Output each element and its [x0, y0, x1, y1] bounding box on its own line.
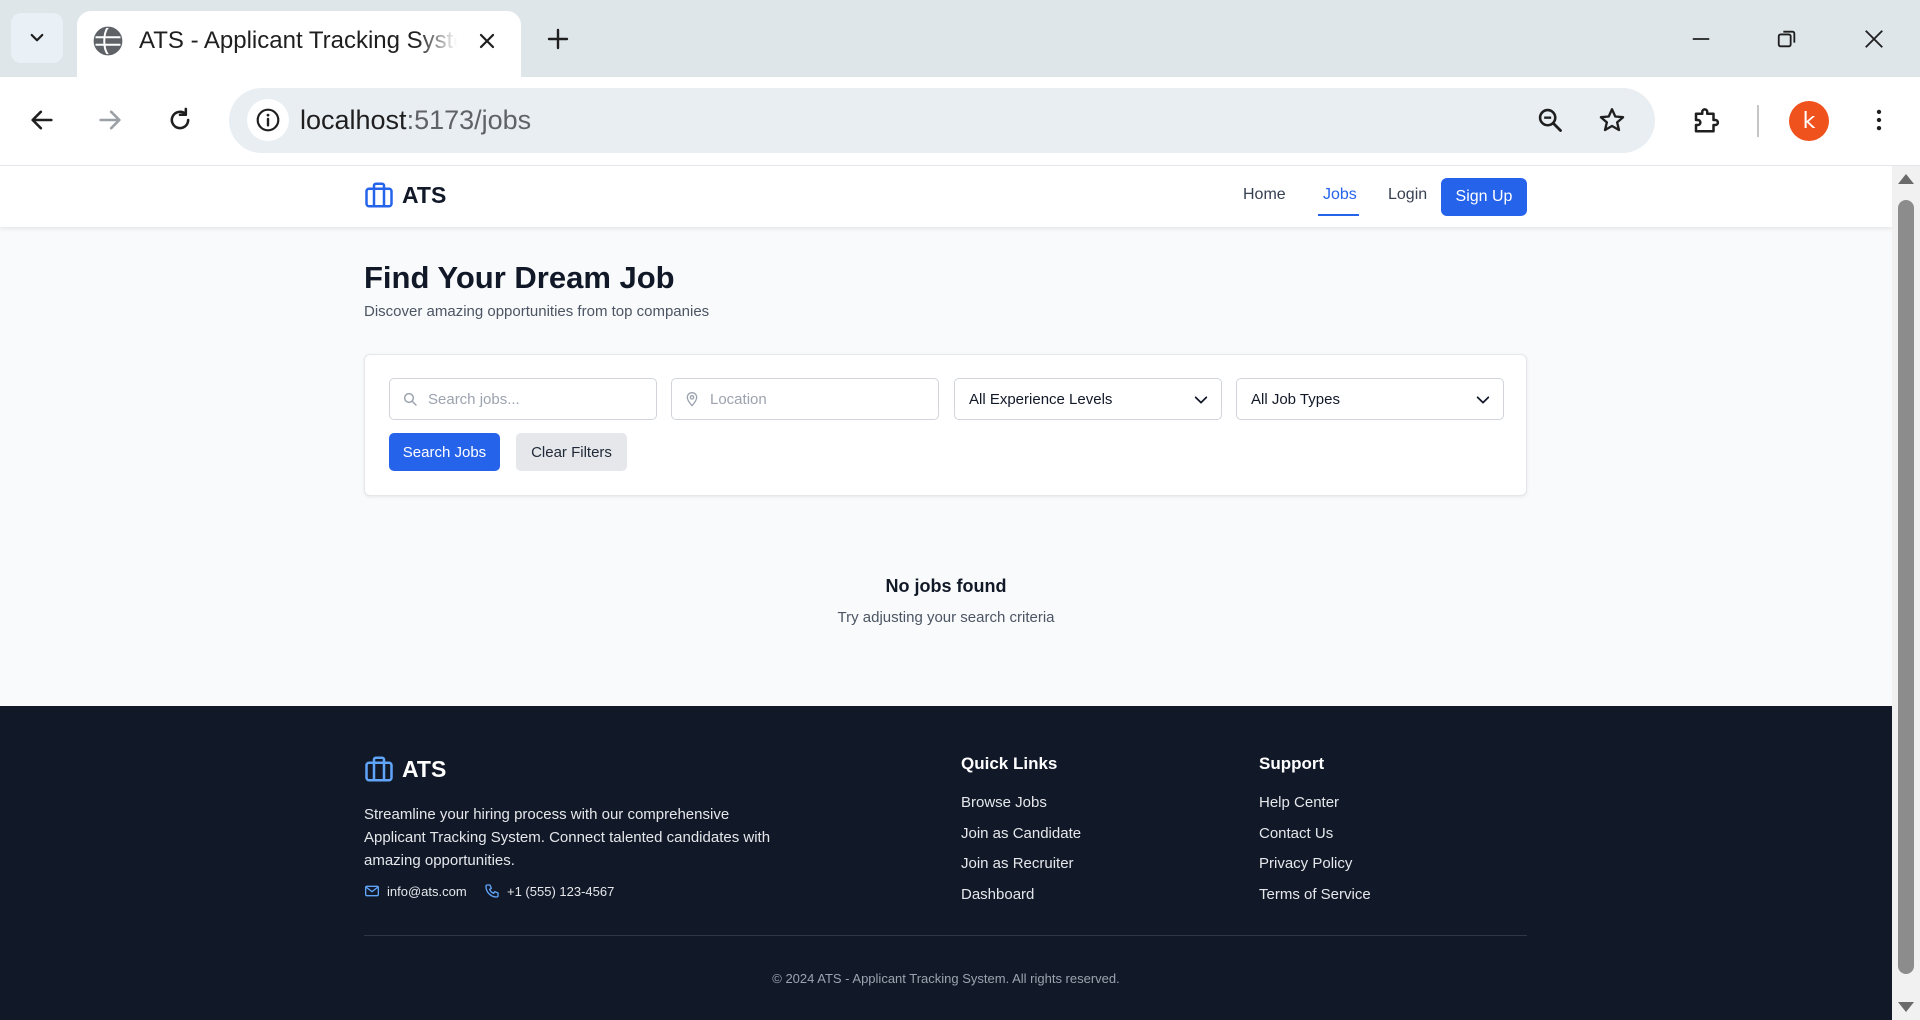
info-icon [256, 108, 280, 132]
mail-icon [365, 885, 379, 897]
footer-link-join-recruiter[interactable]: Join as Recruiter [961, 855, 1074, 872]
page-scrollbar[interactable] [1892, 166, 1920, 1020]
forward-icon [99, 110, 121, 130]
briefcase-icon [365, 182, 393, 208]
footer-email-text: info@ats.com [387, 883, 467, 899]
restore-button[interactable] [1770, 22, 1804, 56]
empty-state-title: No jobs found [885, 576, 1007, 596]
zoom-icon [1538, 108, 1562, 132]
close-icon [1865, 30, 1883, 48]
page-subtitle: Discover amazing opportunities from top … [364, 303, 710, 320]
chevron-down-icon [1476, 396, 1490, 404]
footer-divider [364, 935, 1527, 936]
map-pin-icon [686, 392, 698, 407]
nav-jobs[interactable]: Jobs [1323, 186, 1357, 204]
support-heading: Support [1259, 754, 1325, 773]
more-icon [1876, 109, 1882, 131]
url-path: :5173/jobs [406, 105, 532, 135]
job-type-select-value: All Job Types [1251, 391, 1340, 408]
extensions-icon [1694, 108, 1720, 133]
location-field[interactable] [671, 378, 939, 420]
job-type-select[interactable]: All Job Types [1236, 378, 1504, 420]
tab-search-button[interactable] [11, 13, 63, 63]
minimize-button[interactable] [1684, 22, 1718, 56]
globe-icon [93, 26, 123, 56]
footer-phone[interactable]: +1 (555) 123-4567 [484, 883, 614, 899]
reload-icon [170, 107, 190, 130]
footer-description: Streamline your hiring process with our … [364, 806, 771, 869]
site-navbar: ATS Home Jobs Login Sign Up [0, 166, 1892, 227]
reload-button[interactable] [159, 99, 201, 141]
experience-select[interactable]: All Experience Levels [954, 378, 1222, 420]
forward-button[interactable] [89, 99, 131, 141]
zoom-button[interactable] [1529, 99, 1571, 141]
url-text: localhost:5173/jobs [300, 105, 531, 136]
search-field[interactable] [389, 378, 657, 420]
quick-links-heading: Quick Links [961, 754, 1058, 773]
site-info-button[interactable] [247, 99, 289, 141]
tab-close-button[interactable] [473, 27, 501, 55]
briefcase-icon [365, 756, 393, 782]
location-input[interactable] [710, 379, 930, 419]
page-viewport: ATS Home Jobs Login Sign Up Find Your Dr… [0, 166, 1892, 1020]
close-icon [479, 33, 495, 49]
footer-brand: ATS [364, 754, 446, 784]
footer-link-terms[interactable]: Terms of Service [1259, 886, 1371, 903]
tab-title: ATS - Applicant Tracking System [139, 27, 457, 55]
signup-button[interactable]: Sign Up [1441, 178, 1527, 216]
plus-icon [547, 28, 569, 50]
footer-link-browse-jobs[interactable]: Browse Jobs [961, 794, 1047, 811]
footer-phone-text: +1 (555) 123-4567 [507, 883, 615, 899]
footer-brand-name: ATS [402, 755, 447, 782]
scroll-up-arrow[interactable] [1898, 174, 1914, 184]
search-jobs-button[interactable]: Search Jobs [389, 433, 500, 471]
nav-active-indicator [1318, 214, 1359, 216]
page-title: Find Your Dream Job [364, 260, 675, 295]
nav-login[interactable]: Login [1388, 186, 1427, 204]
new-tab-button[interactable] [541, 22, 575, 56]
footer-link-privacy-policy[interactable]: Privacy Policy [1259, 855, 1352, 872]
brand-name: ATS [402, 181, 447, 208]
experience-select-value: All Experience Levels [969, 391, 1113, 408]
back-button[interactable] [21, 99, 63, 141]
nav-home[interactable]: Home [1243, 186, 1286, 204]
browser-tabstrip: ATS - Applicant Tracking System [0, 0, 1920, 77]
clear-filters-button[interactable]: Clear Filters [516, 433, 627, 471]
phone-icon [485, 884, 499, 898]
bookmark-button[interactable] [1591, 99, 1633, 141]
restore-icon [1777, 30, 1796, 48]
address-bar[interactable]: localhost:5173/jobs [229, 88, 1655, 153]
footer-link-join-candidate[interactable]: Join as Candidate [961, 825, 1081, 842]
footer-copyright: © 2024 ATS - Applicant Tracking System. … [772, 971, 1120, 986]
brand-logo[interactable]: ATS [364, 180, 446, 210]
profile-avatar[interactable]: k [1789, 101, 1829, 141]
close-window-button[interactable] [1857, 22, 1891, 56]
minimize-icon [1692, 38, 1710, 40]
filter-card: All Experience Levels All Job Types Sear… [364, 354, 1527, 496]
site-footer: ATS Streamline your hiring process with … [0, 706, 1892, 1020]
extensions-button[interactable] [1685, 99, 1727, 141]
search-icon [403, 392, 417, 406]
empty-state-subtitle: Try adjusting your search criteria [837, 609, 1055, 626]
back-icon [31, 110, 53, 130]
browser-tab[interactable]: ATS - Applicant Tracking System [77, 11, 521, 77]
chevron-down-icon [30, 33, 44, 42]
browser-toolbar: localhost:5173/jobs k [0, 77, 1920, 166]
footer-link-contact-us[interactable]: Contact Us [1259, 825, 1333, 842]
footer-link-dashboard[interactable]: Dashboard [961, 886, 1034, 903]
star-icon [1599, 108, 1625, 132]
search-input[interactable] [428, 379, 648, 419]
toolbar-divider [1757, 105, 1759, 137]
scroll-down-arrow[interactable] [1898, 1002, 1914, 1012]
chevron-down-icon [1194, 396, 1208, 404]
browser-menu-button[interactable] [1858, 99, 1900, 141]
footer-email[interactable]: info@ats.com [364, 883, 467, 899]
scrollbar-thumb[interactable] [1898, 200, 1914, 974]
footer-link-help-center[interactable]: Help Center [1259, 794, 1339, 811]
url-host: localhost [300, 105, 407, 135]
